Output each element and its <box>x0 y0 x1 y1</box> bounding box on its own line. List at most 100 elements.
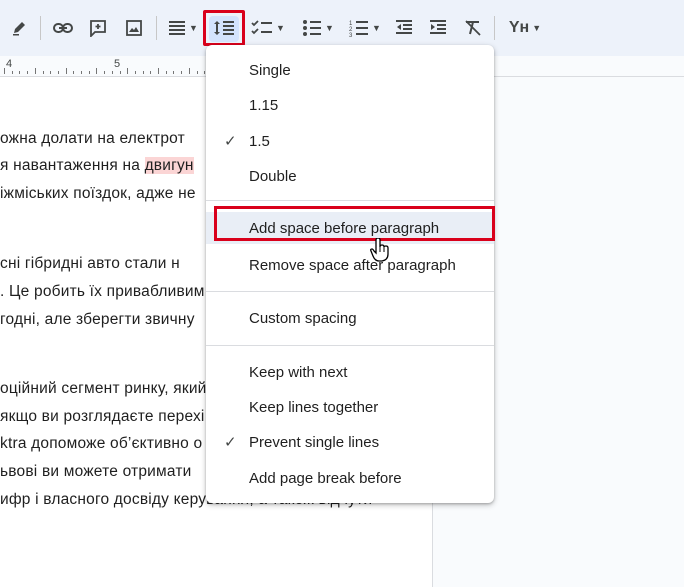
menu-item-remove-space-after-paragraph[interactable]: Remove space after paragraph <box>206 249 494 281</box>
document-line: сні гібридні авто стали н <box>0 255 180 273</box>
ruler-tick <box>104 71 106 74</box>
ruler-tick <box>19 71 21 74</box>
menu-item-keep-lines-together[interactable]: Keep lines together <box>206 391 494 423</box>
menu-item-label: 1.5 <box>249 132 270 150</box>
bulleted-list-icon[interactable]: ▼ <box>298 14 338 42</box>
line-text: іжміських поїздок, адже не <box>0 185 196 202</box>
line-spacing-menu: Single 1.15 ✓ 1.5 Double Add space before par… <box>206 45 495 503</box>
line-text: годні, але зберегти звичну <box>0 311 195 328</box>
line-text: . Це робить їх привабливим <box>0 283 205 300</box>
ruler-tick <box>11 71 13 74</box>
line-text: сні гібридні авто стали н <box>0 255 180 272</box>
line-text: ожна долати на електрот <box>0 130 185 147</box>
ruler-tick <box>34 68 36 74</box>
menu-item-1-5[interactable]: ✓ 1.5 <box>206 125 494 157</box>
clear-formatting-icon[interactable] <box>461 14 485 42</box>
menu-item-1-15[interactable]: 1.15 <box>206 89 494 121</box>
menu-item-label: Double <box>249 167 297 185</box>
menu-item-label: Custom spacing <box>249 309 357 327</box>
menu-item-label: Keep with next <box>249 363 348 381</box>
menu-item-single[interactable]: Single <box>206 54 494 86</box>
check-icon: ✓ <box>224 133 237 150</box>
toolbar-divider <box>494 16 495 40</box>
line-text: ktra допоможе об’єктивно о <box>0 435 203 452</box>
menu-item-add-page-break-before[interactable]: Add page break before <box>206 462 494 494</box>
menu-divider <box>206 345 494 346</box>
menu-item-keep-with-next[interactable]: Keep with next <box>206 356 494 388</box>
pen-icon[interactable] <box>8 14 30 42</box>
chevron-down-icon: ▼ <box>276 23 285 33</box>
menu-divider <box>206 200 494 201</box>
ruler-tick <box>181 71 183 74</box>
menu-item-label: Add page break before <box>249 469 402 487</box>
line-spacing-highlight <box>203 10 245 46</box>
chevron-down-icon: ▼ <box>532 23 542 33</box>
ruler-tick <box>96 68 98 74</box>
line-text: я навантаження на <box>0 157 145 174</box>
ruler-tick <box>42 71 44 74</box>
menu-item-highlight <box>214 206 495 241</box>
ruler-tick <box>4 68 5 74</box>
document-line: ktra допоможе об’єктивно о <box>0 435 202 453</box>
document-line: ожна долати на електрот <box>0 130 185 148</box>
menu-divider <box>206 291 494 292</box>
menu-item-label: Keep lines together <box>249 398 379 416</box>
document-line: я навантаження на двигун <box>0 157 194 175</box>
chevron-down-icon: ▼ <box>325 23 334 33</box>
toolbar-divider <box>40 16 41 40</box>
ruler-tick <box>119 71 121 74</box>
ruler-tick <box>65 68 67 74</box>
ruler-tick <box>73 71 75 74</box>
ruler-tick <box>81 71 82 74</box>
menu-item-custom-spacing[interactable]: Custom spacing <box>206 302 494 334</box>
svg-text:3: 3 <box>349 33 353 37</box>
chevron-down-icon: ▼ <box>189 23 198 33</box>
document-line: іжміських поїздок, адже не <box>0 185 196 203</box>
ruler-tick <box>50 71 52 74</box>
ruler-tick <box>111 71 113 74</box>
ruler-tick <box>127 68 129 74</box>
highlighted-text: двигун <box>144 157 194 174</box>
checklist-icon[interactable]: ▼ <box>248 14 288 42</box>
ruler-label-4: 4 <box>6 58 13 70</box>
menu-item-label: 1.15 <box>249 96 279 114</box>
ruler-tick <box>150 71 152 74</box>
ruler-tick <box>165 71 167 74</box>
increase-indent-icon[interactable] <box>426 14 450 42</box>
ruler-tick <box>88 71 90 74</box>
ruler-tick <box>142 71 144 74</box>
line-text: якщо ви розглядаєте перехі <box>0 408 205 425</box>
menu-item-double[interactable]: Double <box>206 160 494 192</box>
ruler-tick <box>188 68 190 74</box>
document-line: годні, але зберегти звичну <box>0 311 195 329</box>
text-style-label: Yн <box>508 19 530 36</box>
ruler-tick <box>158 68 159 74</box>
text-style-button[interactable]: Yн ▼ <box>504 14 546 42</box>
chevron-down-icon: ▼ <box>372 23 381 33</box>
menu-item-label: Remove space after paragraph <box>249 256 456 274</box>
ruler-tick <box>173 71 175 74</box>
numbered-list-icon[interactable]: 1 2 3 ▼ <box>345 14 385 42</box>
ruler-tick <box>134 71 136 74</box>
menu-item-label: Single <box>249 61 291 79</box>
insert-image-icon[interactable] <box>122 14 146 42</box>
ruler-tick <box>196 71 198 74</box>
decrease-indent-icon[interactable] <box>392 14 416 42</box>
menu-item-prevent-single-lines[interactable]: ✓ Prevent single lines <box>206 426 494 458</box>
menu-item-label: Prevent single lines <box>249 433 380 451</box>
toolbar-divider <box>156 16 157 40</box>
check-icon: ✓ <box>224 434 237 451</box>
ruler-tick <box>27 71 29 74</box>
align-icon[interactable]: ▼ <box>164 14 202 42</box>
ruler-tick <box>57 71 59 74</box>
line-text: оційний сегмент ринку, який <box>0 380 207 397</box>
document-line: оційний сегмент ринку, який <box>0 380 207 398</box>
link-icon[interactable] <box>50 14 76 42</box>
add-comment-icon[interactable] <box>86 14 110 42</box>
document-line: ьвові ви можете отримати <box>0 463 192 481</box>
document-line: якщо ви розглядаєте перехі <box>0 408 205 426</box>
line-text: ьвові ви можете отримати <box>0 463 192 480</box>
document-line: . Це робить їх привабливим <box>0 283 205 301</box>
ruler-label-5: 5 <box>114 58 121 70</box>
hand-pointer-icon <box>370 237 390 267</box>
